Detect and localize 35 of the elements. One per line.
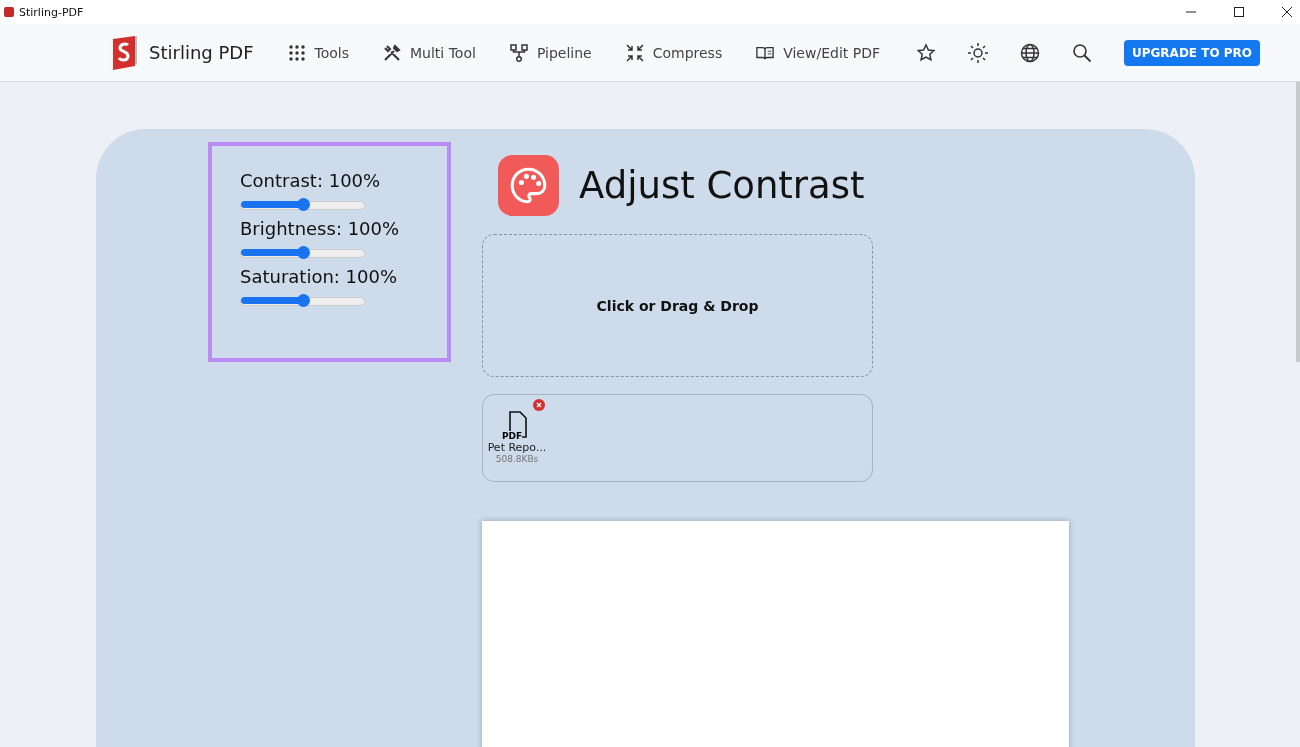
adjustment-label: Brightness: 100% [240, 218, 401, 239]
scrollbar[interactable] [1296, 82, 1300, 362]
grid-icon [287, 43, 306, 62]
adjustment-label: Contrast: 100% [240, 170, 382, 191]
window-title: Stirling-PDF [19, 5, 84, 19]
compress-icon [625, 43, 644, 62]
adjustment-slider[interactable] [240, 249, 365, 258]
adjustment-label: Saturation: 100% [240, 266, 399, 287]
nav-link[interactable]: Tools [287, 43, 349, 62]
nav-link[interactable]: Multi Tool [383, 43, 476, 62]
nav-link[interactable]: View/Edit PDF [756, 43, 880, 62]
logo-icon[interactable] [111, 35, 139, 70]
tools-icon [383, 43, 401, 62]
file-size: 508.8KBs [495, 454, 539, 464]
nav-link[interactable]: Compress [625, 43, 723, 62]
globe-icon[interactable] [1020, 42, 1040, 63]
star-icon[interactable] [916, 42, 936, 63]
adjustment-slider[interactable] [240, 297, 365, 306]
drop-zone-text: Click or Drag & Drop [596, 297, 759, 314]
palette-icon [498, 154, 559, 216]
maximize-icon[interactable] [1234, 7, 1244, 17]
adjustment-slider[interactable] [240, 201, 365, 210]
pipeline-icon [509, 43, 528, 62]
file-name: Pet Repo... [487, 441, 547, 454]
upgrade-button[interactable]: UPGRADE TO PRO [1124, 39, 1261, 66]
sun-icon[interactable] [968, 42, 988, 63]
page-title: Adjust Contrast [579, 163, 865, 207]
brand-name[interactable]: Stirling PDF [149, 42, 254, 63]
remove-icon[interactable] [533, 399, 545, 411]
nav-link[interactable]: Pipeline [509, 43, 592, 62]
app-logo-icon [3, 6, 15, 18]
drop-zone[interactable]: Click or Drag & Drop [482, 234, 873, 377]
search-icon[interactable] [1072, 42, 1092, 63]
close-icon[interactable] [1282, 7, 1292, 17]
file-type-label: PDF [502, 431, 523, 441]
